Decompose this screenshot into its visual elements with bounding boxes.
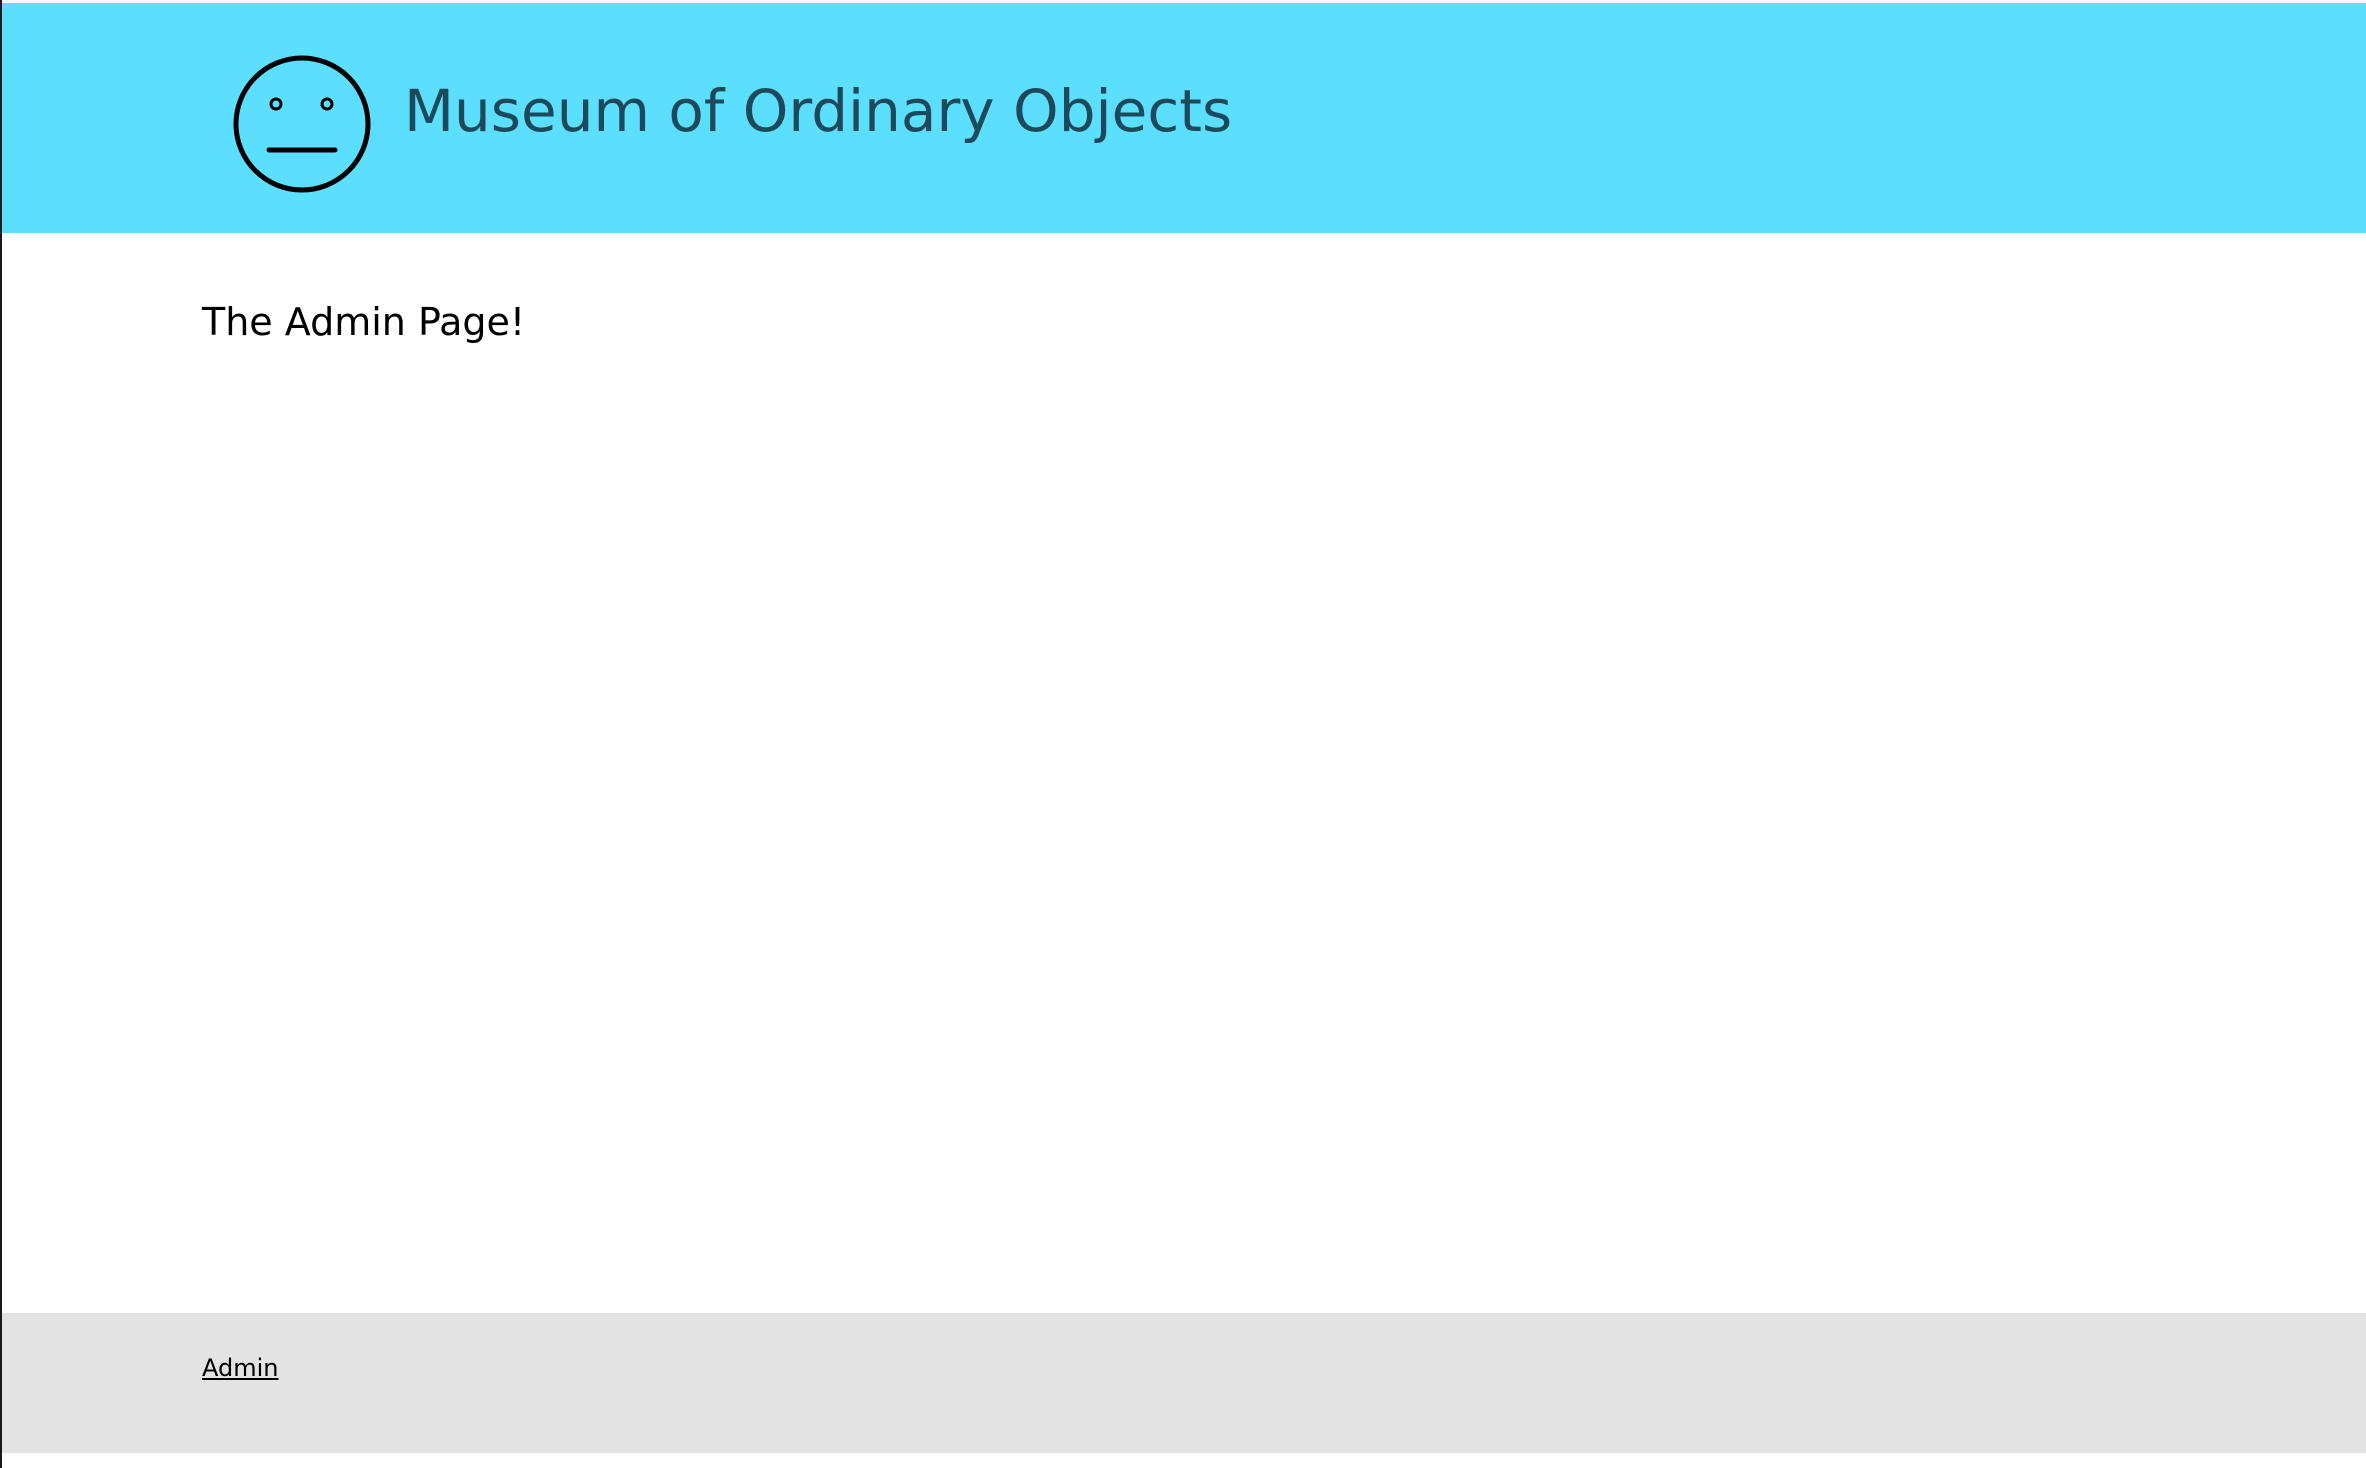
site-footer: Admin: [2, 1313, 2366, 1453]
site-title[interactable]: Museum of Ordinary Objects: [404, 71, 1232, 151]
admin-link[interactable]: Admin: [202, 1352, 279, 1384]
neutral-face-icon[interactable]: [232, 54, 372, 194]
site-header: Museum of Ordinary Objects: [2, 3, 2366, 233]
page: Museum of Ordinary Objects The Admin Pag…: [0, 0, 2366, 1468]
page-heading: The Admin Page!: [202, 300, 526, 344]
bottom-strip: [2, 1453, 2366, 1468]
main-content: The Admin Page!: [2, 233, 2366, 1313]
